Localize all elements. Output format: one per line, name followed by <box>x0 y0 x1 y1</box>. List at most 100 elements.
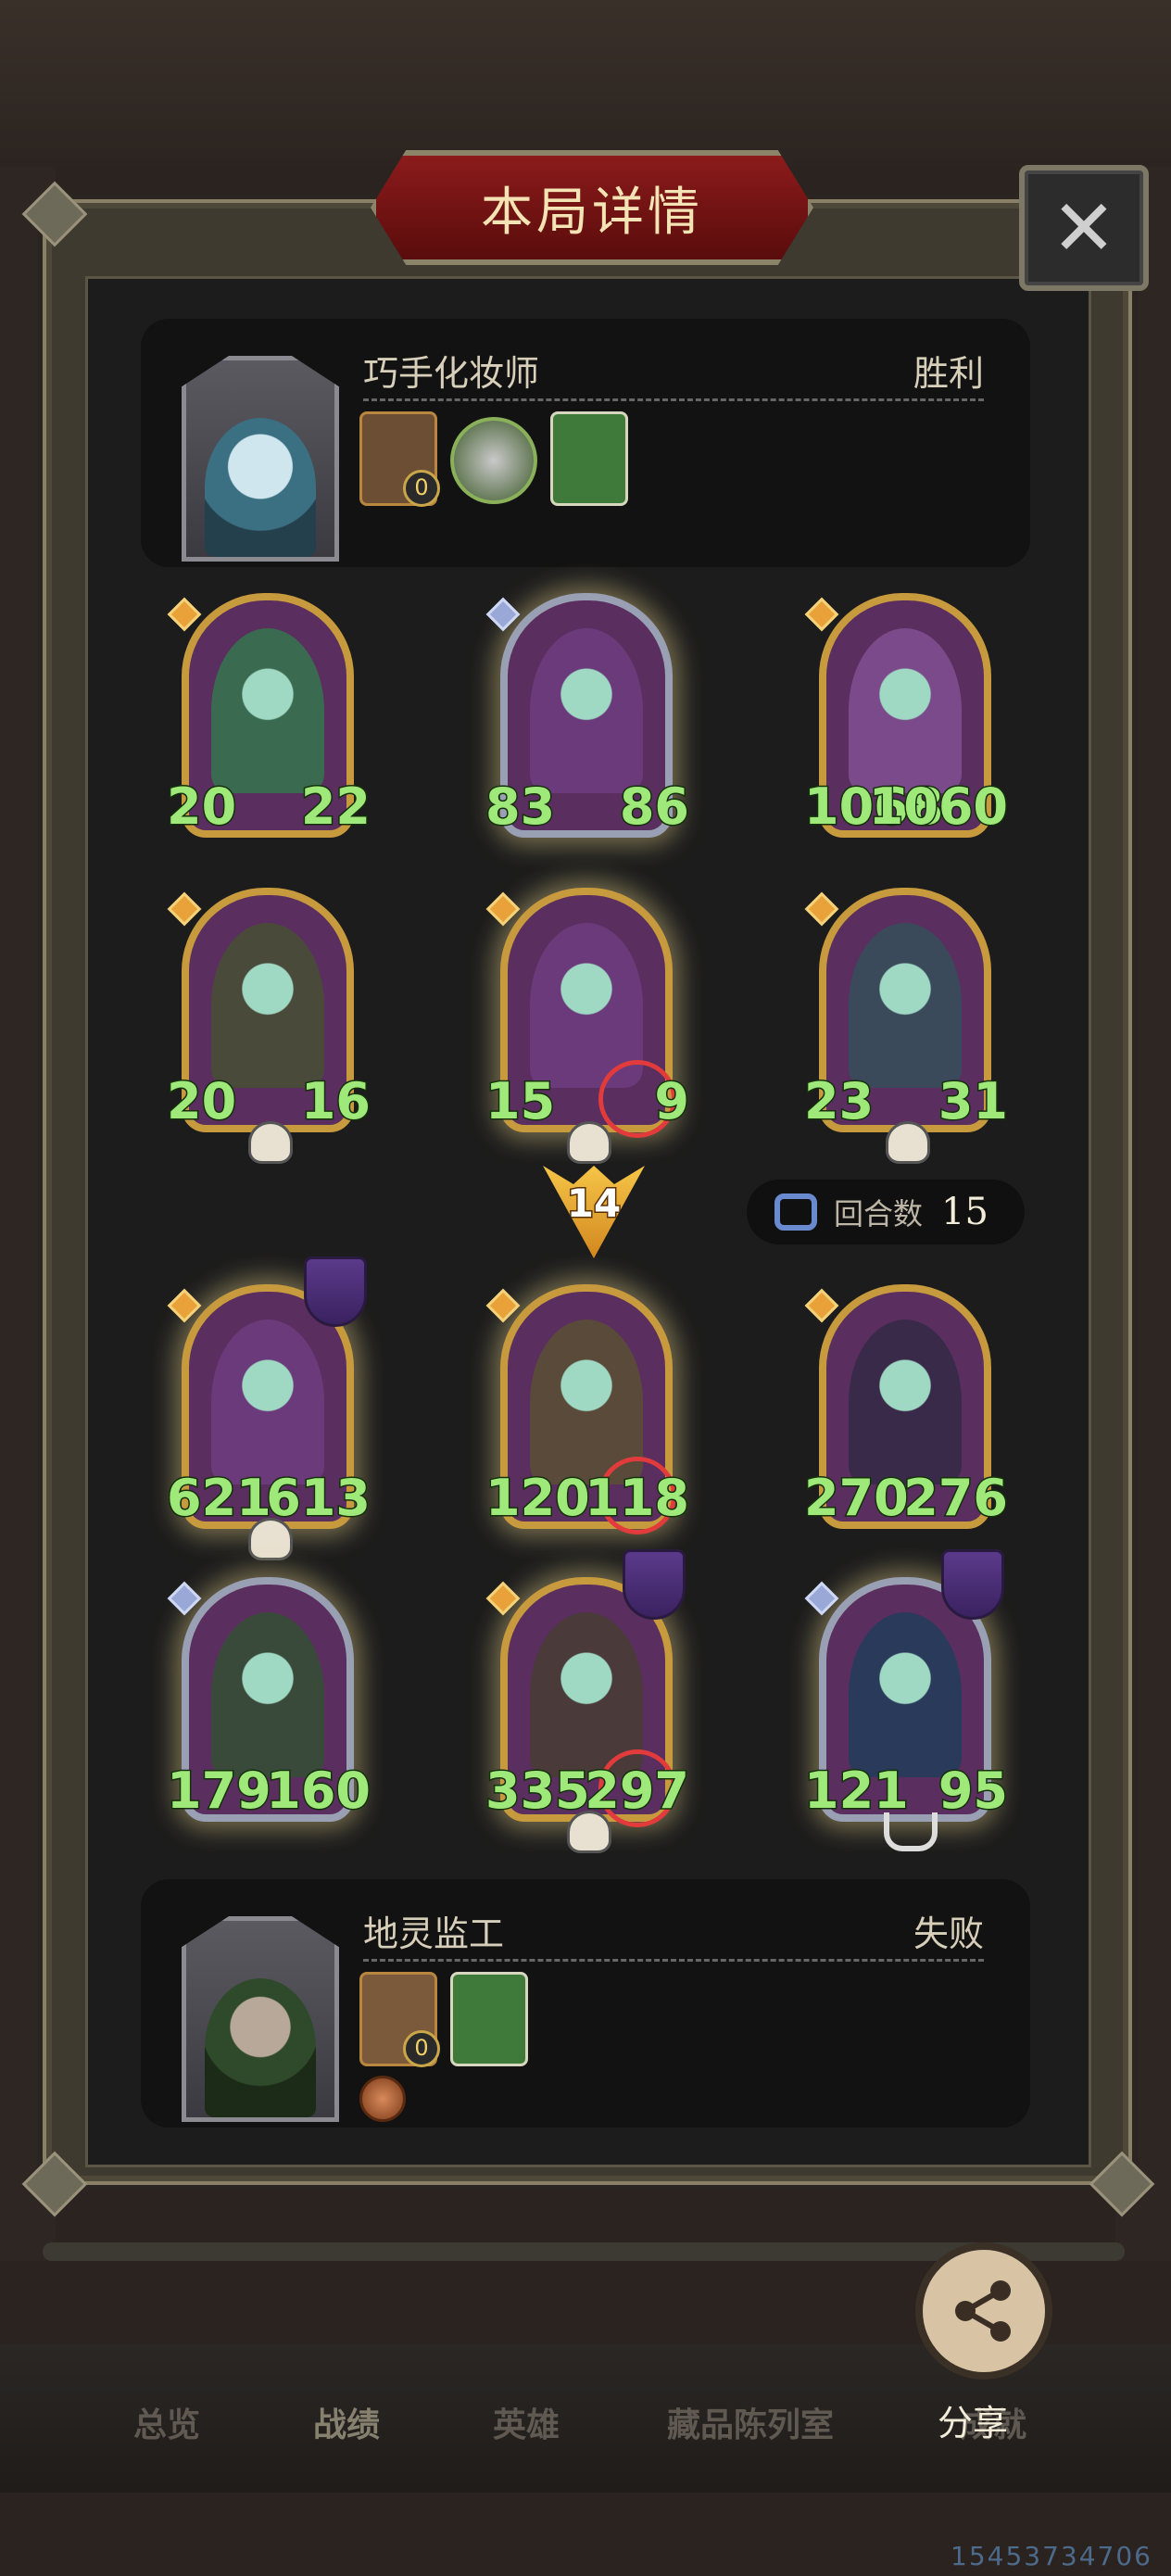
creature-orb-icon[interactable] <box>450 417 537 504</box>
unit-card[interactable]: 121 95 <box>803 1549 1010 1851</box>
skull-icon <box>567 1121 611 1164</box>
attack-value: 120 <box>485 1468 591 1532</box>
attack-value: 83 <box>484 777 560 840</box>
unit-art <box>849 1612 962 1777</box>
share-icon <box>955 2280 1011 2342</box>
health-value: 613 <box>265 1468 371 1532</box>
health-value: 297 <box>584 1761 690 1825</box>
background-top <box>0 0 1171 167</box>
green-book-icon[interactable] <box>550 411 628 506</box>
unit-card[interactable]: 20 16 <box>165 888 372 1164</box>
unit-art <box>211 628 324 793</box>
anchor-icon <box>884 1812 938 1851</box>
player-items: 0 <box>359 411 628 507</box>
makeup-artist-portrait <box>205 418 316 557</box>
page-title: 本局详情 <box>481 182 703 243</box>
title-banner: 本局详情 <box>371 150 813 265</box>
portrait-card-icon[interactable]: 0 <box>359 411 440 507</box>
door-card-icon[interactable]: 0 <box>359 1972 440 2067</box>
turns-label: 回合数 <box>834 1196 924 1231</box>
nav-records[interactable]: 战绩 <box>313 2398 380 2446</box>
avatar <box>182 1916 339 2122</box>
copper-coin-icon[interactable] <box>359 2076 406 2122</box>
tier-gem-icon <box>167 597 202 632</box>
player-summary-bottom: 地灵监工 失败 0 <box>141 1879 1030 2128</box>
divider <box>363 398 984 401</box>
health-value: 95 <box>935 1761 1010 1825</box>
turn-counter: 回合数 15 <box>747 1180 1025 1244</box>
health-value: 86 <box>616 777 691 840</box>
unit-card[interactable]: 83 86 <box>484 593 691 852</box>
unit-card[interactable]: 23 31 <box>802 888 1010 1164</box>
tier-gem-icon <box>485 1288 521 1323</box>
match-result: 失败 <box>913 1913 984 1954</box>
tier-gem-icon <box>485 1581 521 1616</box>
nav-heroes[interactable]: 英雄 <box>493 2398 560 2446</box>
unit-art <box>849 1320 962 1484</box>
skull-icon <box>567 1811 611 1853</box>
attack-value: 121 <box>803 1761 910 1825</box>
turns-icon <box>774 1193 817 1231</box>
unit-art <box>211 1612 324 1777</box>
attack-value: 621 <box>166 1468 272 1532</box>
health-value: 276 <box>902 1468 1009 1532</box>
gnome-overseer-portrait <box>205 1978 316 2117</box>
unit-card[interactable]: 179 160 <box>166 1577 371 1837</box>
health-value: 9 <box>617 1071 690 1135</box>
close-button[interactable]: ✕ <box>1019 165 1149 291</box>
match-result: 胜利 <box>913 353 984 394</box>
player-summary-top: 巧手化妆师 胜利 0 <box>141 319 1030 567</box>
unit-card[interactable]: 120 118 <box>485 1284 690 1544</box>
unit-card[interactable]: 20 22 <box>165 593 372 852</box>
unit-art <box>849 628 962 793</box>
unit-card[interactable]: 621 613 <box>166 1256 371 1560</box>
tier-gem-icon <box>804 1581 839 1616</box>
turns-value: 15 <box>941 1191 988 1233</box>
player-name: 地灵监工 <box>363 1913 505 1954</box>
nav-collection[interactable]: 藏品陈列室 <box>667 2398 834 2446</box>
tier-gem-icon <box>804 891 839 927</box>
unit-art <box>530 628 643 793</box>
avatar <box>182 356 339 562</box>
nav-overview[interactable]: 总览 <box>133 2398 200 2446</box>
tier-gem-icon <box>804 1288 839 1323</box>
health-value: 22 <box>297 777 372 840</box>
unit-card[interactable]: 1068 1060 <box>802 593 1010 852</box>
health-value: 16 <box>297 1071 372 1135</box>
attack-value: 20 <box>165 777 242 840</box>
item-count: 0 <box>403 470 440 507</box>
tier-gem-icon <box>485 891 521 927</box>
close-icon: ✕ <box>1051 183 1117 273</box>
unit-card[interactable]: 15 9 <box>484 888 690 1164</box>
health-value: 1060 <box>867 777 1010 840</box>
top-hat-icon <box>941 1549 1004 1620</box>
top-hat-icon <box>304 1256 367 1327</box>
health-value: 31 <box>935 1071 1010 1135</box>
divider <box>363 1959 984 1962</box>
unit-art <box>211 923 324 1088</box>
attack-value: 179 <box>166 1761 272 1825</box>
attack-value: 270 <box>803 1468 910 1532</box>
skull-icon <box>886 1121 930 1164</box>
unit-card[interactable]: 270 276 <box>803 1284 1009 1544</box>
tier-gem-icon <box>804 597 839 632</box>
share-button[interactable] <box>915 2242 1052 2380</box>
attack-value: 20 <box>165 1071 242 1135</box>
green-book-icon[interactable] <box>450 1972 528 2066</box>
skull-icon <box>248 1518 293 1560</box>
attack-value: 335 <box>485 1761 591 1825</box>
tier-gem-icon <box>167 1581 202 1616</box>
user-id: 15453734706 <box>951 2541 1152 2571</box>
player-name: 巧手化妆师 <box>363 353 540 394</box>
unit-card[interactable]: 335 297 <box>485 1549 690 1853</box>
tier-gem-icon <box>167 1288 202 1323</box>
item-count: 0 <box>403 2030 440 2067</box>
unit-art <box>211 1320 324 1484</box>
skull-icon <box>248 1121 293 1164</box>
attack-value: 15 <box>484 1071 560 1135</box>
tier-gem-icon <box>167 891 202 927</box>
attack-value: 23 <box>802 1071 879 1135</box>
share-label: 分享 <box>938 2403 1009 2443</box>
health-value: 160 <box>265 1761 371 1825</box>
top-hat-icon <box>623 1549 686 1620</box>
